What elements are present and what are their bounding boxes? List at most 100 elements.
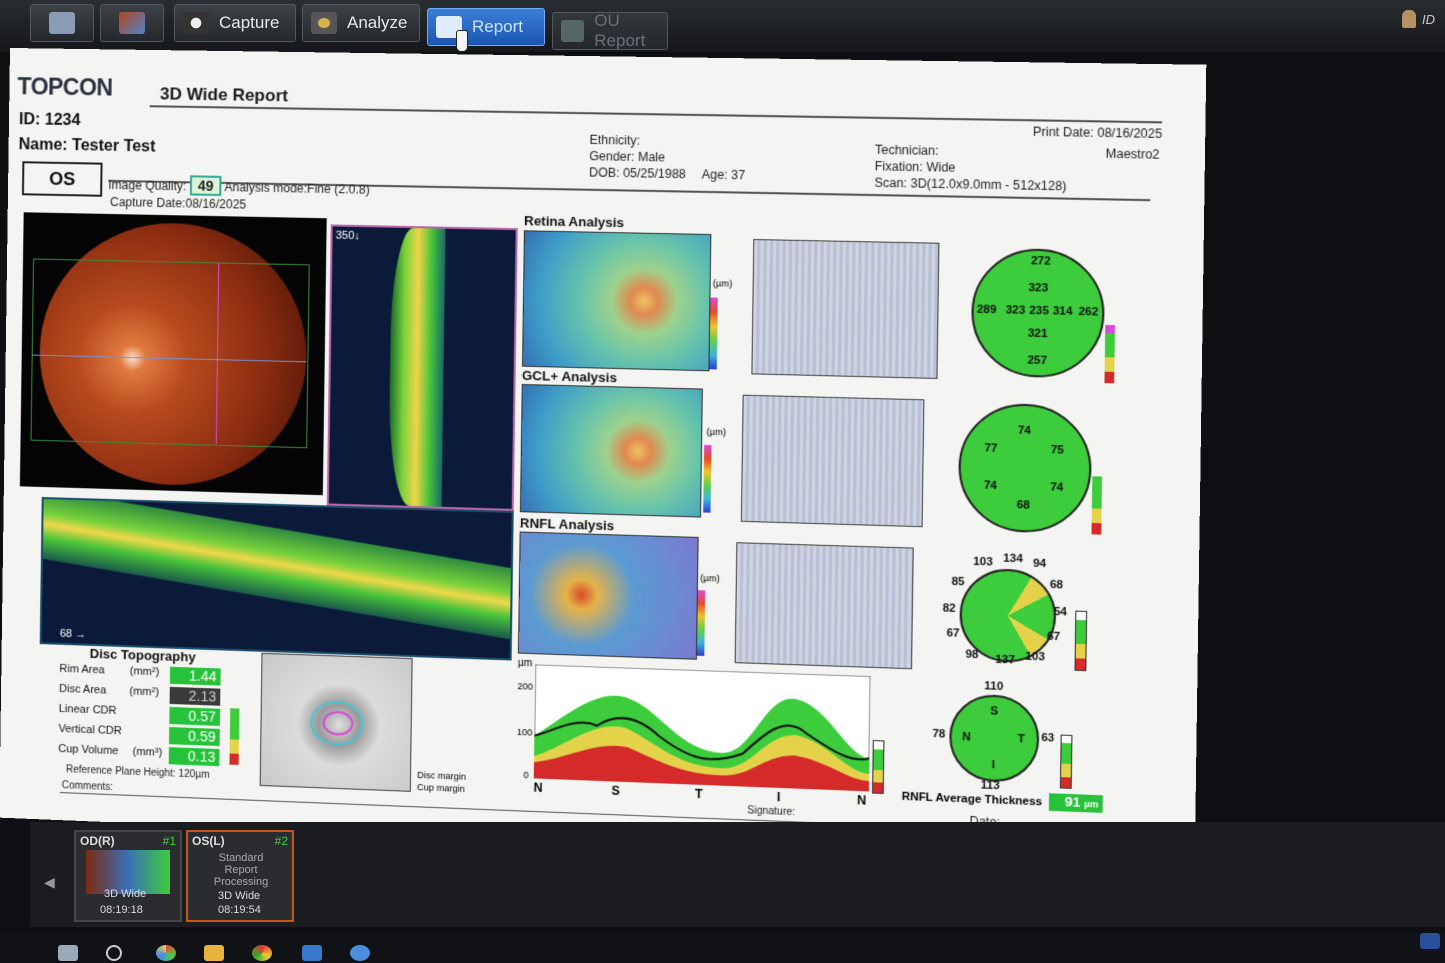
disc-topography-image[interactable] <box>259 652 413 792</box>
fixation: Fixation: Wide <box>874 159 956 175</box>
ref-plane-label: Reference Plane Height: <box>65 764 176 780</box>
disc-row-unit: (mm²) <box>129 665 160 679</box>
report-button[interactable]: Report <box>427 8 545 46</box>
tsnit-norm-scale <box>872 740 885 795</box>
quad-s-letter: S <box>990 705 999 718</box>
gcl-sector-5: 74 <box>1050 481 1064 495</box>
patient-id: ID: 1234 <box>18 111 81 130</box>
thumb-time: 08:19:18 <box>100 904 143 916</box>
start-icon[interactable] <box>58 945 78 961</box>
fundus-photo[interactable] <box>19 212 327 496</box>
thumb-type: 3D Wide <box>218 890 261 902</box>
rnfl-quad-top: 110 <box>984 680 1004 694</box>
rnfl-avg-number: 91 <box>1064 793 1081 810</box>
divider <box>149 105 1163 124</box>
disc-row-cup-volume: Cup Volume (mm³) 0.13 <box>58 743 230 768</box>
folder-icon[interactable] <box>204 945 224 961</box>
cup-margin-ring <box>322 710 354 736</box>
image-quality-label: Image Quality: <box>108 177 187 194</box>
retina-deviation-map[interactable] <box>751 238 940 379</box>
cursor-hand-icon <box>456 30 468 52</box>
network-icon[interactable] <box>350 945 370 961</box>
retina-sector-outer-left: 289 <box>976 303 997 317</box>
rnfl-clock-8: 67 <box>946 627 960 640</box>
retina-sector-bottom: 257 <box>1027 354 1048 368</box>
tsnit-xtick-s: S <box>611 783 620 799</box>
id-label: ID <box>1422 12 1435 27</box>
rnfl-clock-10: 98 <box>965 648 979 662</box>
rnfl-analysis-title: RNFL Analysis <box>519 515 615 534</box>
retina-norm-scale <box>1104 324 1115 384</box>
thumb-eye: OS(L) <box>192 834 225 848</box>
analyze-button[interactable]: Analyze <box>302 4 420 42</box>
retina-thickness-map[interactable] <box>521 230 712 372</box>
retina-sector-inner-bottom: 321 <box>1027 327 1048 341</box>
exam-thumbnails: ◀ OD(R) #1 3D Wide 08:19:18 OS(L) #2 Sta… <box>30 822 1445 927</box>
report-label: Report <box>472 17 524 36</box>
thumb-od[interactable]: OD(R) #1 3D Wide 08:19:18 <box>74 830 182 922</box>
gcl-unit: (µm) <box>706 426 727 438</box>
main-toolbar: Capture Analyze Report OU Report ID <box>0 0 1445 52</box>
scan-info: Scan: 3D(12.0x9.0mm - 512x128) <box>874 175 1067 194</box>
gcl-sector-3: 75 <box>1050 443 1065 457</box>
rnfl-clock-6: 82 <box>942 602 956 615</box>
oct-horizontal-scan[interactable]: 68 → <box>39 496 514 661</box>
retina-etdrs-grid: 272 323 289 323 235 314 262 321 257 <box>970 247 1106 379</box>
gcl-deviation-map[interactable] <box>740 394 925 528</box>
mail-icon[interactable] <box>302 945 322 961</box>
scan-area-box <box>30 258 310 449</box>
oct-vertical-scan[interactable]: 350↓ <box>326 224 518 511</box>
rnfl-clock-2: 134 <box>1003 552 1023 566</box>
print-button[interactable] <box>30 4 94 42</box>
chrome-icon[interactable] <box>252 945 272 961</box>
disc-norm-scale <box>229 708 240 765</box>
ou-report-button[interactable]: OU Report <box>552 11 668 50</box>
rnfl-clock-7: 54 <box>1053 605 1068 619</box>
gcl-sector-6: 68 <box>1016 498 1031 512</box>
capture-button[interactable]: Capture <box>174 4 296 42</box>
ou-report-label: OU Report <box>594 11 646 50</box>
os-taskbar <box>0 933 1445 963</box>
tsnit-chart <box>533 664 871 792</box>
gcl-thickness-map[interactable] <box>519 383 703 518</box>
oct-layers <box>388 227 446 507</box>
rnfl-unit: (µm) <box>700 572 720 584</box>
user-icon[interactable] <box>1402 10 1416 28</box>
eye-analyze-icon <box>311 12 337 34</box>
disc-row-value: 2.13 <box>169 686 221 706</box>
printer-icon <box>49 12 75 34</box>
thumb-type: 3D Wide <box>104 888 147 900</box>
disc-row-label: Linear CDR <box>58 702 117 718</box>
rnfl-avg-unit: µm <box>1084 798 1099 810</box>
export-button[interactable] <box>100 4 164 42</box>
rnfl-quad-bottom: 113 <box>980 779 1000 793</box>
tsnit-xtick-i: I <box>776 789 781 805</box>
quad-i-letter: I <box>991 758 996 772</box>
tsnit-ytick-0: 0 <box>523 769 529 781</box>
rnfl-clock-9: 67 <box>1046 630 1061 644</box>
disc-row-label: Rim Area <box>59 662 105 677</box>
rnfl-clock-norm-scale <box>1074 610 1088 672</box>
rnfl-thickness-map[interactable] <box>517 531 699 660</box>
tsnit-unit: µm <box>517 657 533 670</box>
eye-camera-icon <box>183 12 209 34</box>
scroll-left-icon[interactable]: ◀ <box>44 874 55 891</box>
notification-icon[interactable] <box>1420 933 1440 949</box>
app-icon[interactable] <box>156 945 176 961</box>
retina-color-scale <box>709 297 718 370</box>
retina-sector-top: 272 <box>1030 254 1051 268</box>
tsnit-ytick-200: 200 <box>517 681 534 692</box>
thumb-os[interactable]: OS(L) #2 Standard Report Processing 3D W… <box>186 830 294 922</box>
rnfl-quadrant-map: S N T I <box>948 693 1040 784</box>
technician: Technician: <box>874 142 939 159</box>
rnfl-color-scale <box>696 590 706 656</box>
signature-label: Signature: <box>747 805 796 819</box>
rnfl-deviation-map[interactable] <box>734 542 914 670</box>
retina-sector-outer-right: 262 <box>1078 305 1099 319</box>
analyze-label: Analyze <box>347 13 408 32</box>
gcl-sector-map: 74 77 75 74 74 68 <box>957 402 1093 535</box>
thumb-status: Standard Report Processing <box>213 852 269 888</box>
search-icon[interactable] <box>106 945 122 961</box>
ou-report-icon <box>561 20 585 42</box>
disc-margin-legend: Disc margin <box>417 769 467 782</box>
